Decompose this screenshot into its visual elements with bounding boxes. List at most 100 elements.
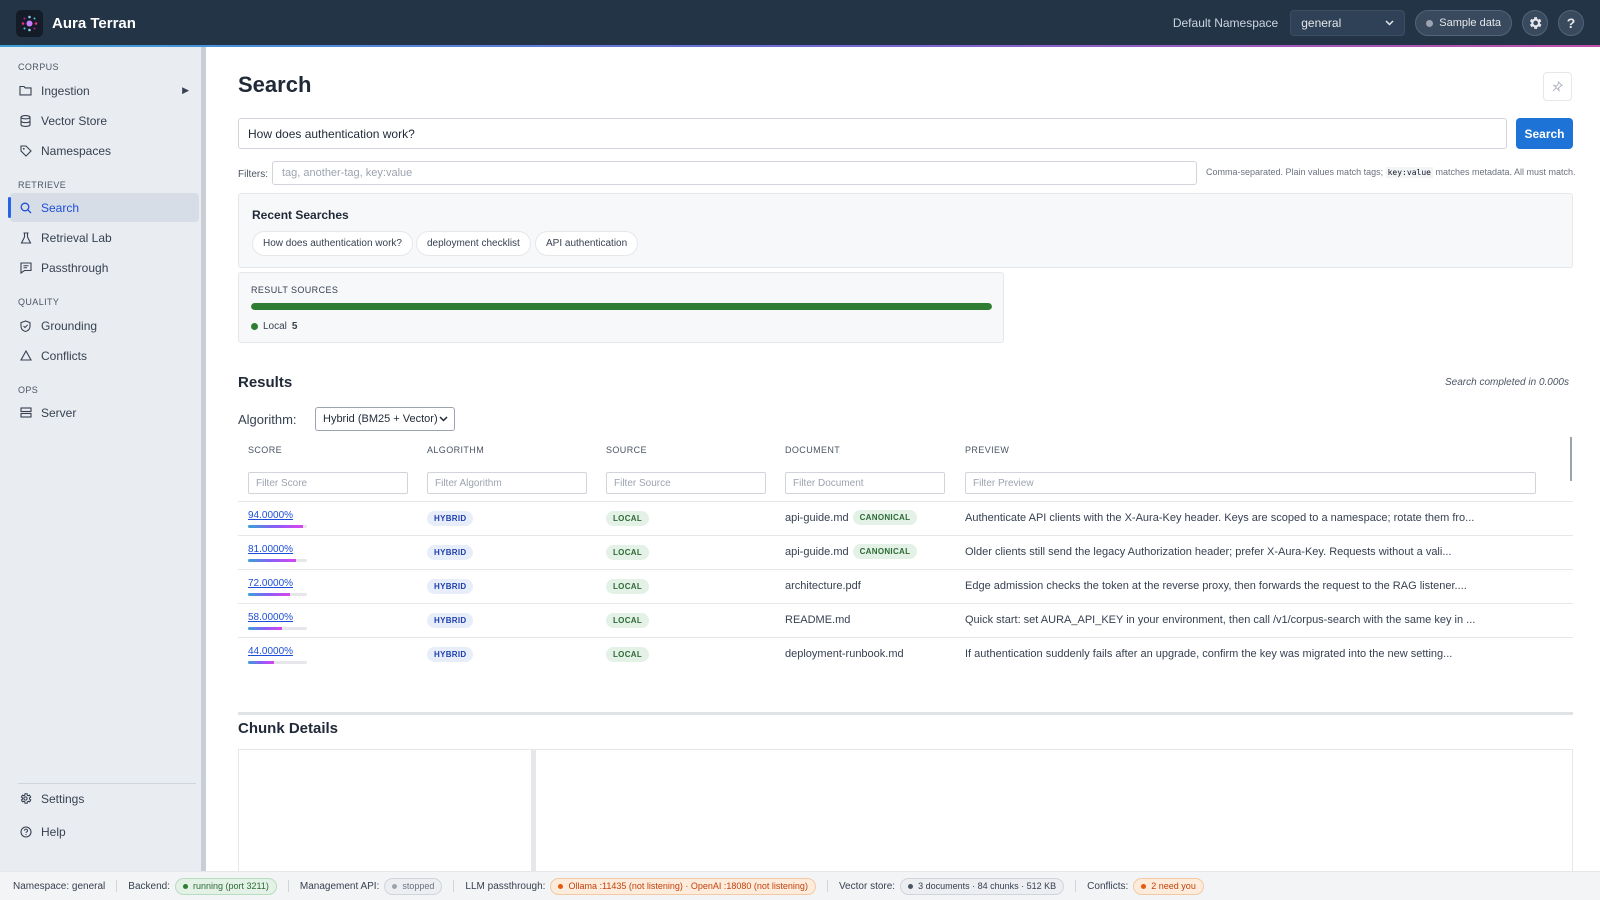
sidebar-item-help[interactable]: Help [10, 817, 199, 846]
algorithm-badge: HYBRID [427, 579, 474, 594]
sidebar-section-quality: QUALITY [18, 297, 60, 307]
status-llm-pill[interactable]: Ollama :11435 (not listening) · OpenAI :… [550, 877, 816, 895]
column-header-document[interactable]: DOCUMENT [785, 445, 840, 455]
score-link[interactable]: 94.0000% [248, 510, 293, 521]
database-icon [19, 114, 32, 127]
table-row[interactable]: 81.0000% HYBRID LOCAL api-guide.md CANON… [238, 535, 1573, 569]
sidebar-item-namespaces[interactable]: Namespaces [10, 136, 199, 165]
server-icon [19, 406, 32, 419]
source-badge: LOCAL [606, 579, 650, 594]
status-backend-pill[interactable]: running (port 3211) [174, 877, 277, 895]
filters-input[interactable]: tag, another-tag, key:value [272, 161, 1197, 185]
result-sources-legend: Local 5 [251, 321, 297, 332]
status-dot [558, 883, 564, 889]
column-header-preview[interactable]: PREVIEW [965, 445, 1009, 455]
preview-cell: Edge admission checks the token at the r… [965, 580, 1467, 592]
sidebar-item-search[interactable]: Search [8, 193, 199, 222]
filter-source-input[interactable]: Filter Source [606, 472, 766, 494]
sidebar-item-label: Conflicts [41, 348, 88, 363]
sidebar-item-label: Retrieval Lab [41, 230, 112, 245]
score-link[interactable]: 58.0000% [248, 612, 293, 623]
table-row[interactable]: 58.0000% HYBRID LOCAL README.md Quick st… [238, 603, 1573, 637]
chunk-details-title: Chunk Details [238, 720, 339, 737]
sample-data-dot [1426, 19, 1434, 27]
status-vector-pill[interactable]: 3 documents · 84 chunks · 512 KB [900, 877, 1065, 895]
recent-search-chip[interactable]: API authentication [535, 231, 639, 256]
chunk-divider [238, 712, 1573, 715]
sidebar-item-label: Passthrough [41, 260, 109, 275]
search-button[interactable]: Search [1516, 118, 1573, 149]
column-header-source[interactable]: SOURCE [606, 445, 647, 455]
filter-preview-input[interactable]: Filter Preview [965, 472, 1536, 494]
sidebar-item-label: Server [41, 405, 77, 420]
sidebar-item-label: Vector Store [41, 113, 108, 128]
result-sources-title: RESULT SOURCES [251, 285, 339, 295]
preview-cell: If authentication suddenly fails after a… [965, 648, 1453, 660]
filter-score-input[interactable]: Filter Score [248, 472, 408, 494]
source-badge: LOCAL [606, 545, 650, 560]
settings-button[interactable] [1522, 10, 1548, 36]
document-cell: api-guide.md CANONICAL [785, 510, 918, 525]
legend-count-local: 5 [291, 321, 298, 332]
status-backend-label: Backend: [128, 880, 170, 892]
sidebar-item-ingestion[interactable]: Ingestion ▶ [10, 76, 199, 105]
algorithm-select[interactable]: Hybrid (BM25 + Vector) [315, 407, 455, 431]
filter-document-input[interactable]: Filter Document [785, 472, 945, 494]
table-row[interactable]: 94.0000% HYBRID LOCAL api-guide.md CANON… [238, 501, 1573, 535]
score-bar [248, 627, 307, 630]
score-link[interactable]: 81.0000% [248, 544, 293, 555]
sidebar-item-grounding[interactable]: Grounding [10, 311, 199, 340]
status-mgmt-pill[interactable]: stopped [384, 877, 443, 895]
sidebar-item-retrieval-lab[interactable]: Retrieval Lab [10, 223, 199, 252]
document-name: README.md [785, 614, 851, 626]
table-scrollbar[interactable] [1570, 437, 1572, 481]
score-link[interactable]: 44.0000% [248, 646, 293, 657]
sidebar-item-settings[interactable]: Settings [10, 784, 199, 813]
main-content: Search How does authentication work? Sea… [206, 47, 1600, 871]
sidebar-section-ops: OPS [18, 385, 39, 395]
app-title: Aura Terran [52, 14, 136, 32]
score-link[interactable]: 72.0000% [248, 578, 293, 589]
results-title: Results [238, 374, 293, 391]
sidebar-item-vector-store[interactable]: Vector Store [10, 106, 199, 135]
document-name: api-guide.md [785, 545, 849, 558]
algorithm-select-value: Hybrid (BM25 + Vector) [323, 413, 438, 425]
flask-icon [19, 231, 32, 244]
namespace-select[interactable]: general [1290, 10, 1406, 36]
filter-algorithm-input[interactable]: Filter Algorithm [427, 472, 587, 494]
app-logo [16, 9, 43, 37]
algorithm-badge: HYBRID [427, 545, 474, 560]
chevron-down-icon [439, 416, 448, 422]
filters-hint-text: Comma-separated. Plain values match tags… [1206, 167, 1384, 177]
sidebar: CORPUS Ingestion ▶ Vector Store Namespac… [0, 47, 206, 871]
sidebar-item-label: Search [41, 200, 80, 215]
result-sources-panel: RESULT SOURCES Local 5 [238, 272, 1004, 343]
recent-search-chip[interactable]: How does authentication work? [252, 231, 413, 256]
status-conflicts-pill[interactable]: 2 need you [1133, 877, 1204, 895]
column-header-score[interactable]: SCORE [248, 445, 282, 455]
recent-search-chip[interactable]: deployment checklist [416, 231, 531, 256]
top-bar: Aura Terran Default Namespace general Sa… [0, 0, 1600, 46]
table-row[interactable]: 44.0000% HYBRID LOCAL deployment-runbook… [238, 637, 1573, 671]
sidebar-item-passthrough[interactable]: Passthrough [10, 253, 199, 282]
status-dot [1141, 883, 1147, 889]
sidebar-item-label: Settings [41, 791, 85, 806]
column-header-algorithm[interactable]: ALGORITHM [427, 445, 484, 455]
score-bar-fill [248, 627, 283, 630]
source-badge: LOCAL [606, 647, 650, 662]
sidebar-item-conflicts[interactable]: Conflicts [10, 341, 199, 370]
score-bar-fill [248, 593, 291, 596]
sidebar-section-retrieve: RETRIEVE [18, 180, 67, 190]
sample-data-button[interactable]: Sample data [1415, 10, 1512, 36]
document-name: architecture.pdf [785, 580, 861, 592]
sidebar-item-label: Grounding [41, 318, 98, 333]
chunk-detail-pane [535, 749, 1573, 871]
table-row[interactable]: 72.0000% HYBRID LOCAL architecture.pdf E… [238, 569, 1573, 603]
search-input[interactable]: How does authentication work? [238, 118, 1507, 149]
chunk-list-pane[interactable] [238, 749, 532, 871]
help-button[interactable]: ? [1558, 10, 1584, 36]
pin-button[interactable] [1543, 72, 1572, 101]
sidebar-item-server[interactable]: Server [10, 398, 199, 427]
help-icon: ? [1566, 15, 1576, 31]
preview-cell: Older clients still send the legacy Auth… [965, 546, 1452, 558]
